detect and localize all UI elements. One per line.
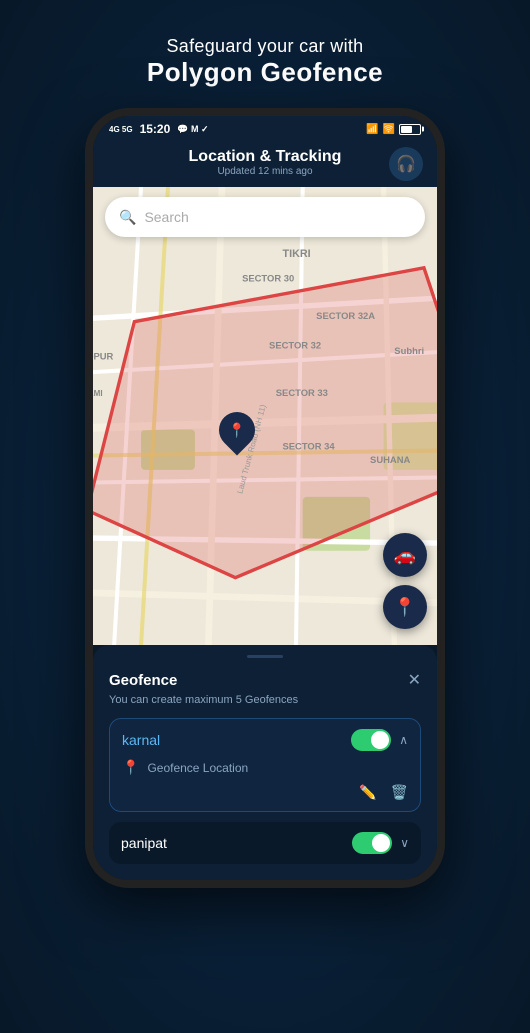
pin-fab[interactable]: 📍 xyxy=(383,585,427,629)
search-placeholder: Search xyxy=(144,209,188,225)
geofence-name-panipat: panipat xyxy=(121,835,167,851)
app-header: Location & Tracking Updated 12 mins ago … xyxy=(93,140,437,187)
pin-inner: 📍 xyxy=(229,421,246,438)
svg-text:SAIDPUR: SAIDPUR xyxy=(93,350,114,361)
svg-text:Subhri: Subhri xyxy=(394,345,424,356)
geofence-location-icon: 📍 xyxy=(122,759,139,776)
svg-text:SECTOR 34: SECTOR 34 xyxy=(283,441,336,452)
status-right: 📶 🛜 xyxy=(366,124,421,135)
svg-text:RADHA SWAMI: RADHA SWAMI xyxy=(93,389,103,398)
status-left: 4G 5G 15:20 💬 M ✓ xyxy=(109,122,209,136)
status-bar: 4G 5G 15:20 💬 M ✓ 📶 🛜 xyxy=(93,116,437,140)
signal-icon: 📶 xyxy=(366,124,378,135)
page-subtitle: Safeguard your car with xyxy=(147,36,383,57)
phone-shell: 4G 5G 15:20 💬 M ✓ 📶 🛜 Location & Trackin… xyxy=(85,108,445,888)
geofence-toggle-karnal[interactable] xyxy=(351,729,391,751)
geofence-controls-karnal: ∧ xyxy=(351,729,408,751)
delete-icon[interactable]: 🗑️ xyxy=(391,784,408,801)
phone-inner: 4G 5G 15:20 💬 M ✓ 📶 🛜 Location & Trackin… xyxy=(93,116,437,880)
headphone-button[interactable]: 🎧 xyxy=(389,147,423,181)
geofence-controls-panipat: ∨ xyxy=(352,832,409,854)
pin-icon: 📍 xyxy=(394,597,416,618)
chevron-up-icon[interactable]: ∧ xyxy=(399,733,408,747)
pin-circle: 📍 xyxy=(212,404,263,455)
geofence-location-text: Geofence Location xyxy=(147,761,248,775)
geofence-actions: ✏️ 🗑️ xyxy=(122,784,408,801)
geofence-name-karnal: karnal xyxy=(122,732,160,748)
toggle-knob-2 xyxy=(372,834,390,852)
panel-close-button[interactable]: ✕ xyxy=(408,670,421,690)
page-header: Safeguard your car with Polygon Geofence xyxy=(127,0,403,108)
search-bar[interactable]: 🔍 Search xyxy=(105,197,425,237)
bottom-panel: Geofence ✕ You can create maximum 5 Geof… xyxy=(93,645,437,880)
headphone-icon: 🎧 xyxy=(396,154,416,174)
notification-icons: 💬 M ✓ xyxy=(177,124,208,135)
geofence-toggle-panipat[interactable] xyxy=(352,832,392,854)
geofence-item-karnal: karnal ∧ 📍 Geofence Location ✏️ 🗑️ xyxy=(109,718,421,812)
car-location-fab[interactable]: 🚗 xyxy=(383,533,427,577)
app-title-block: Location & Tracking Updated 12 mins ago xyxy=(189,148,342,177)
status-time: 15:20 xyxy=(140,122,171,136)
map-area: Baragaon TIKRI SECTOR 30 SECTOR 32A SAID… xyxy=(93,187,437,645)
svg-text:TIKRI: TIKRI xyxy=(283,248,311,260)
geofence-location-row: 📍 Geofence Location xyxy=(122,759,408,776)
svg-text:SECTOR 32: SECTOR 32 xyxy=(269,340,321,351)
panel-title: Geofence xyxy=(109,672,177,689)
battery-icon xyxy=(399,124,421,135)
panel-handle xyxy=(247,655,283,658)
edit-icon[interactable]: ✏️ xyxy=(359,784,376,801)
panel-description: You can create maximum 5 Geofences xyxy=(109,694,421,706)
svg-text:SECTOR 33: SECTOR 33 xyxy=(276,387,328,398)
geofence-item-header: karnal ∧ xyxy=(122,729,408,751)
svg-text:SECTOR 30: SECTOR 30 xyxy=(242,272,294,283)
toggle-knob xyxy=(371,731,389,749)
app-subtitle: Updated 12 mins ago xyxy=(189,166,342,177)
page-title: Polygon Geofence xyxy=(147,57,383,88)
chevron-down-icon[interactable]: ∨ xyxy=(400,836,409,850)
app-title: Location & Tracking xyxy=(189,148,342,166)
svg-text:SUHANA: SUHANA xyxy=(370,454,410,465)
fab-group: 🚗 📍 xyxy=(383,533,427,629)
location-pin: 📍 xyxy=(219,412,255,448)
network-indicator: 4G 5G xyxy=(109,125,133,134)
wifi-icon: 🛜 xyxy=(383,124,395,135)
car-icon: 🚗 xyxy=(394,545,416,566)
battery-fill xyxy=(401,126,412,133)
svg-text:SECTOR 32A: SECTOR 32A xyxy=(316,310,375,321)
geofence-item-panipat: panipat ∨ xyxy=(109,822,421,864)
search-icon: 🔍 xyxy=(119,209,136,226)
panel-header: Geofence ✕ xyxy=(109,670,421,690)
